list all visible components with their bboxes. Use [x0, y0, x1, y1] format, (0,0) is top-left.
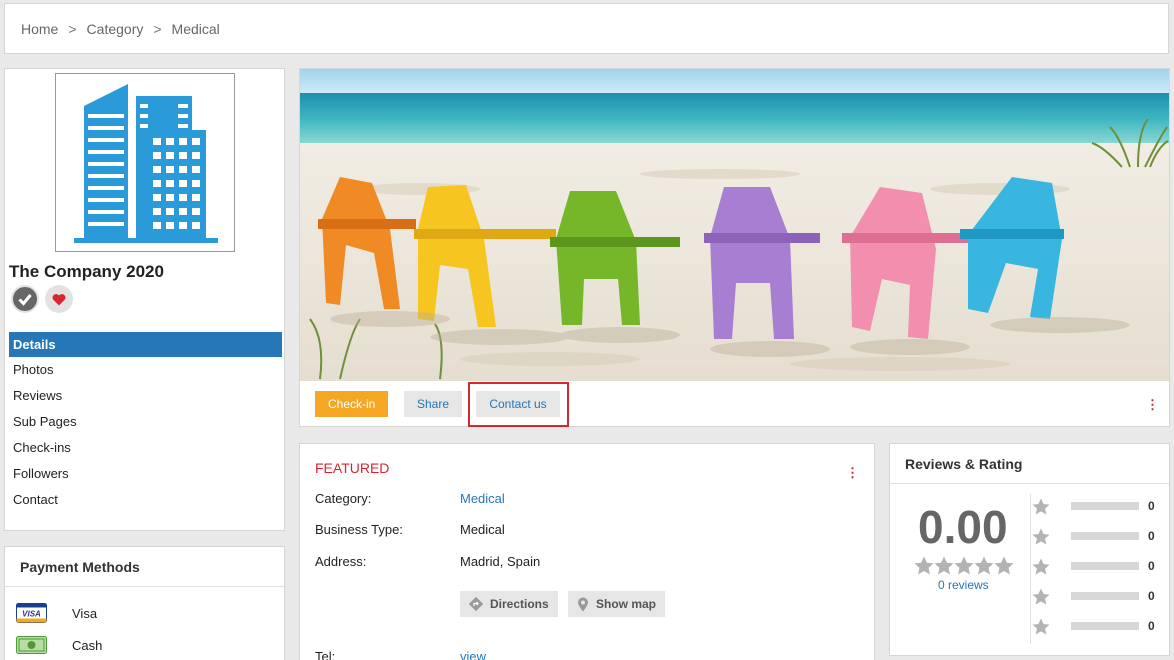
breadcrumb-separator: >	[68, 20, 77, 37]
rating-breakdown-row: 0	[1032, 496, 1155, 516]
nav-item-details[interactable]: Details	[9, 332, 282, 357]
rating-bar	[1071, 592, 1139, 600]
building-icon	[74, 84, 218, 243]
tel-view-link[interactable]: view	[460, 649, 486, 660]
star-icon	[1032, 557, 1050, 575]
payment-method-cash: Cash	[16, 635, 102, 655]
featured-label: FEATURED	[315, 460, 390, 476]
nav-item-followers[interactable]: Followers	[9, 461, 282, 487]
star-icon	[934, 556, 954, 575]
cash-icon	[16, 636, 47, 654]
verified-button[interactable]	[11, 285, 39, 313]
company-logo	[55, 73, 235, 252]
company-name: The Company 2020	[9, 262, 164, 281]
nav-item-sub-pages[interactable]: Sub Pages	[9, 409, 282, 435]
payment-method-visa: VISA Visa	[16, 603, 97, 623]
payment-methods-card: Payment Methods VISA Visa Cash	[4, 546, 285, 660]
breadcrumb: Home > Category > Medical	[4, 3, 1169, 54]
breadcrumb-separator: >	[153, 20, 162, 37]
rating-count: 0	[1148, 619, 1155, 633]
review-count-link[interactable]: 0 reviews	[938, 578, 989, 592]
rating-stars	[914, 556, 1014, 575]
nav-item-check-ins[interactable]: Check-ins	[9, 435, 282, 461]
breadcrumb-category[interactable]: Category	[87, 21, 144, 37]
business-details-card: FEATURED ⋮ Category: Medical Business Ty…	[299, 443, 875, 660]
rating-count: 0	[1148, 589, 1155, 603]
heart-icon	[52, 293, 66, 305]
star-icon	[914, 556, 934, 575]
nav-item-reviews[interactable]: Reviews	[9, 383, 282, 409]
address-label: Address:	[315, 554, 367, 569]
rating-breakdown-row: 0	[1032, 556, 1155, 576]
nav-item-photos[interactable]: Photos	[9, 357, 282, 383]
check-in-button[interactable]: Check-in	[315, 391, 389, 417]
business-type-value: Medical	[460, 522, 505, 537]
more-options-icon[interactable]: ⋮	[846, 466, 859, 479]
favorite-button[interactable]	[45, 285, 73, 313]
svg-text:VISA: VISA	[22, 610, 41, 619]
directions-button[interactable]: Directions	[460, 591, 558, 617]
star-icon	[974, 556, 994, 575]
rating-bar	[1071, 562, 1139, 570]
rating-score: 0.00	[918, 501, 1008, 553]
rating-bar	[1071, 532, 1139, 540]
payment-method-label: Cash	[72, 637, 103, 653]
category-label: Category:	[315, 491, 372, 506]
rating-breakdown-row: 0	[1032, 586, 1155, 606]
map-pin-icon	[578, 597, 588, 611]
reviews-title: Reviews & Rating	[890, 444, 1169, 484]
breadcrumb-home[interactable]: Home	[21, 21, 58, 37]
category-value-link[interactable]: Medical	[460, 491, 505, 506]
beach-chairs-photo	[300, 69, 1169, 381]
rating-bar	[1071, 622, 1139, 630]
directions-icon	[469, 597, 483, 611]
checkmark-icon	[13, 287, 37, 311]
rating-breakdown-row: 0	[1032, 526, 1155, 546]
star-icon	[954, 556, 974, 575]
hero-actions: Check-in Share Contact us ⋮	[300, 381, 1169, 427]
divider	[1030, 494, 1031, 644]
rating-count: 0	[1148, 499, 1155, 513]
show-map-label: Show map	[596, 597, 657, 611]
reviews-rating-card: Reviews & Rating 0.00 0 reviews 0 0 0 0 …	[889, 443, 1170, 656]
star-icon	[1032, 527, 1050, 545]
address-value: Madrid, Spain	[460, 554, 541, 569]
directions-label: Directions	[490, 597, 549, 611]
contact-us-button[interactable]: Contact us	[476, 391, 560, 417]
hero-card: Check-in Share Contact us ⋮	[299, 68, 1170, 427]
star-icon	[1032, 617, 1050, 635]
rating-bar	[1071, 502, 1139, 510]
share-button[interactable]: Share	[404, 391, 463, 417]
profile-nav: Details Photos Reviews Sub Pages Check-i…	[9, 332, 282, 513]
payment-methods-title: Payment Methods	[5, 547, 284, 587]
star-icon	[1032, 497, 1050, 515]
rating-count: 0	[1148, 559, 1155, 573]
visa-card-icon: VISA	[16, 603, 47, 623]
star-icon	[994, 556, 1014, 575]
breadcrumb-current: Medical	[171, 20, 220, 37]
payment-method-label: Visa	[72, 605, 98, 621]
rating-count: 0	[1148, 529, 1155, 543]
show-map-button[interactable]: Show map	[568, 591, 666, 617]
more-options-icon[interactable]: ⋮	[1146, 398, 1159, 411]
profile-card: The Company 2020 Details Photos Reviews …	[4, 68, 285, 531]
business-type-label: Business Type:	[315, 522, 403, 537]
tel-label: Tel:	[315, 649, 336, 660]
nav-item-contact[interactable]: Contact	[9, 487, 282, 513]
star-icon	[1032, 587, 1050, 605]
rating-breakdown-row: 0	[1032, 616, 1155, 636]
